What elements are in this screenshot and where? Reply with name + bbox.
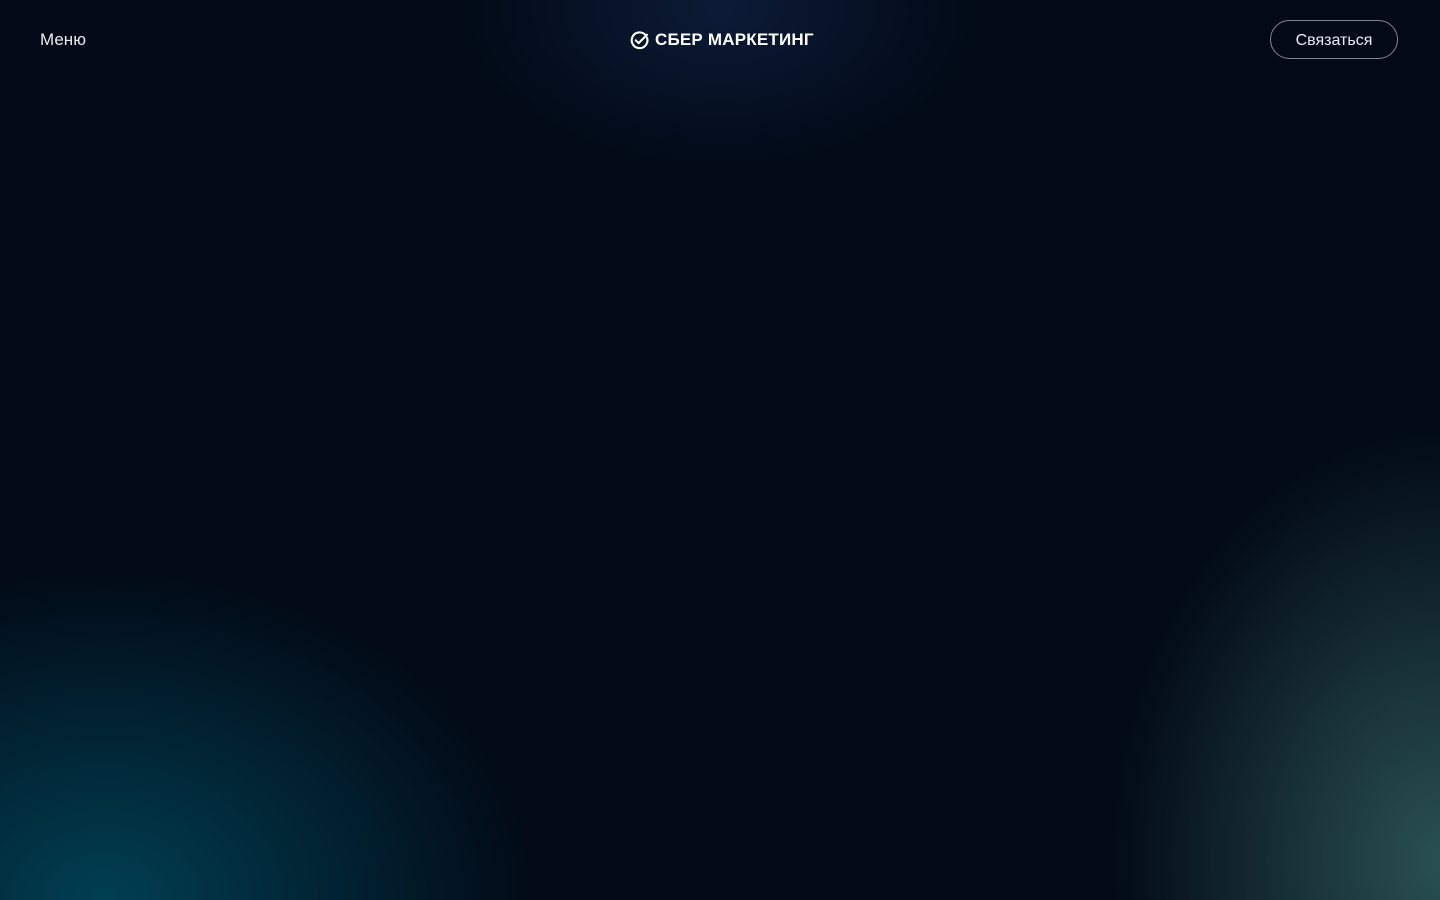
logo-text: СБЕР МАРКЕТИНГ	[655, 30, 814, 49]
sber-check-icon	[630, 30, 649, 49]
menu-link[interactable]: Меню	[40, 29, 86, 51]
logo[interactable]: СБЕР МАРКЕТИНГ	[629, 29, 814, 51]
page: Меню СБЕР МАРКЕТИНГ Связаться	[0, 0, 1440, 900]
site-header: Меню СБЕР МАРКЕТИНГ Связаться	[0, 0, 1440, 80]
contact-button[interactable]: Связаться	[1270, 20, 1398, 59]
